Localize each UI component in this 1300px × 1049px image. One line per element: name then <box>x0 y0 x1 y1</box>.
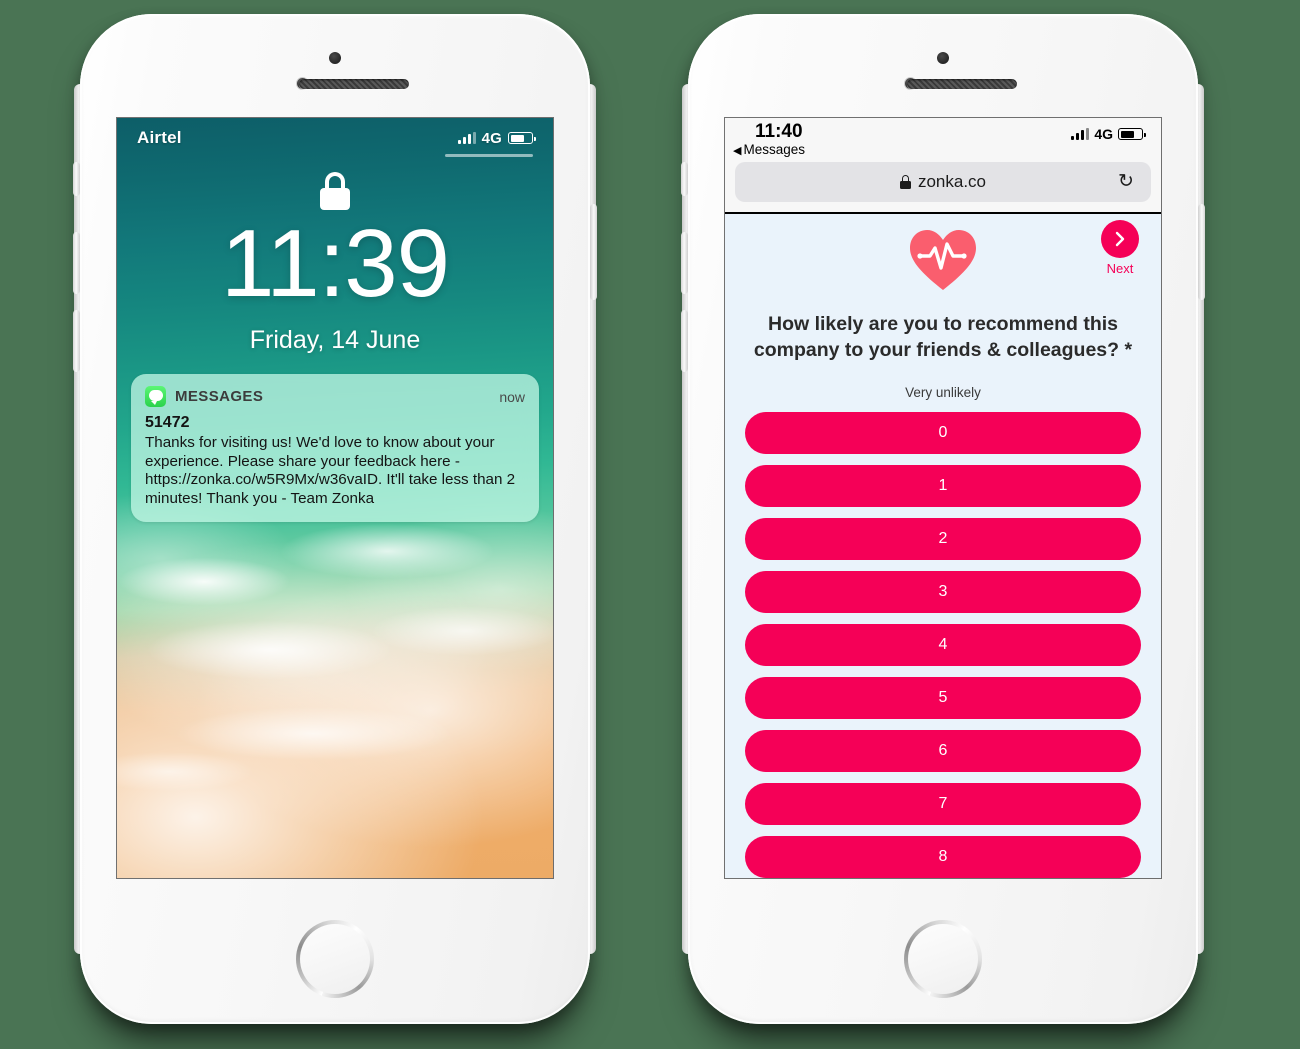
url-text: zonka.co <box>917 172 987 191</box>
scale-low-anchor: Very unlikely <box>905 385 981 401</box>
next-button[interactable]: Next <box>1093 220 1147 276</box>
ios-status-bar: Airtel 4G <box>117 118 553 158</box>
phone-left-edge <box>74 84 82 954</box>
status-right-group: 4G <box>457 129 536 147</box>
notification-app-name: MESSAGES <box>175 388 264 405</box>
triangle-left-icon: ◀ <box>733 145 742 157</box>
survey-header: Next <box>725 214 1161 300</box>
volume-down-button[interactable] <box>681 310 688 372</box>
sensor-row <box>80 52 590 120</box>
heart-pulse-icon <box>908 228 978 292</box>
back-to-messages-link[interactable]: ◀ Messages <box>733 142 805 157</box>
rating-option-7[interactable]: 7 <box>745 783 1141 826</box>
phone-device-left: Airtel 4G 11:39 Friday, 14 June MESSAGES… <box>73 14 597 1024</box>
safari-top-bar: 11:40 ◀ Messages 4G zonka.co ↻ <box>725 118 1161 212</box>
notification-card[interactable]: MESSAGES now 51472 Thanks for visiting u… <box>131 374 539 523</box>
rating-option-1[interactable]: 1 <box>745 465 1141 508</box>
notification-header: MESSAGES now <box>145 386 525 407</box>
status-time: 11:40 <box>755 121 803 142</box>
network-label: 4G <box>1094 126 1113 142</box>
front-camera-icon <box>937 52 949 64</box>
front-camera-icon <box>329 52 341 64</box>
earpiece-speaker-icon <box>299 79 409 89</box>
next-button-circle <box>1101 220 1139 258</box>
status-right-group: 4G <box>1071 126 1146 142</box>
volume-up-button[interactable] <box>73 232 80 294</box>
power-button[interactable] <box>1198 204 1205 300</box>
volume-up-button[interactable] <box>681 232 688 294</box>
phone-left-edge <box>682 84 690 954</box>
battery-icon <box>1118 128 1146 140</box>
next-button-label: Next <box>1106 261 1134 276</box>
status-underline <box>445 154 533 157</box>
address-bar[interactable]: zonka.co ↻ <box>735 162 1151 202</box>
chevron-right-icon <box>1115 231 1125 247</box>
battery-icon <box>508 132 536 144</box>
signal-bars-icon <box>1071 128 1090 140</box>
home-button[interactable] <box>904 920 982 998</box>
survey-page: Next How likely are you to recommend thi… <box>725 214 1161 878</box>
rating-option-8[interactable]: 8 <box>745 836 1141 878</box>
screen-lock[interactable]: Airtel 4G 11:39 Friday, 14 June MESSAGES… <box>117 118 553 878</box>
signal-bars-icon <box>457 132 476 144</box>
notification-timestamp: now <box>499 388 525 405</box>
status-left-group: 11:40 ◀ Messages <box>733 121 805 157</box>
notification-sender: 51472 <box>145 414 190 431</box>
rating-option-4[interactable]: 4 <box>745 624 1141 667</box>
volume-down-button[interactable] <box>73 310 80 372</box>
home-button[interactable] <box>296 920 374 998</box>
padlock-icon <box>899 175 911 189</box>
rating-option-0[interactable]: 0 <box>745 412 1141 455</box>
rating-option-5[interactable]: 5 <box>745 677 1141 720</box>
home-button-inner <box>908 924 978 994</box>
carrier-label: Airtel <box>137 128 182 147</box>
rating-scale-list: 0 1 2 3 4 5 6 7 8 <box>725 412 1161 878</box>
messages-app-icon <box>145 386 166 407</box>
home-button-inner <box>300 924 370 994</box>
rating-option-3[interactable]: 3 <box>745 571 1141 614</box>
lock-clock: 11:39 <box>220 210 450 317</box>
network-label: 4G <box>481 129 502 147</box>
back-label: Messages <box>743 142 805 157</box>
rating-option-2[interactable]: 2 <box>745 518 1141 561</box>
earpiece-speaker-icon <box>907 79 1017 89</box>
silent-switch[interactable] <box>681 162 688 196</box>
reload-icon[interactable]: ↻ <box>1118 172 1137 191</box>
phone-device-right: 11:40 ◀ Messages 4G zonka.co ↻ Next How … <box>681 14 1205 1024</box>
survey-question: How likely are you to recommend this com… <box>753 313 1133 361</box>
rating-option-6[interactable]: 6 <box>745 730 1141 773</box>
page-root: Airtel 4G 11:39 Friday, 14 June MESSAGES… <box>0 0 1300 1049</box>
sensor-row <box>688 52 1198 120</box>
power-button[interactable] <box>590 204 597 300</box>
screen-safari[interactable]: 11:40 ◀ Messages 4G zonka.co ↻ Next How … <box>725 118 1161 878</box>
lock-icon <box>320 172 350 210</box>
notification-body: Thanks for visiting us! We'd love to kno… <box>145 434 516 507</box>
url-inner: zonka.co <box>899 172 987 192</box>
silent-switch[interactable] <box>73 162 80 196</box>
wallpaper-foam <box>117 498 553 878</box>
ios-status-bar: 11:40 ◀ Messages 4G <box>725 118 1161 160</box>
lock-date: Friday, 14 June <box>249 326 421 354</box>
